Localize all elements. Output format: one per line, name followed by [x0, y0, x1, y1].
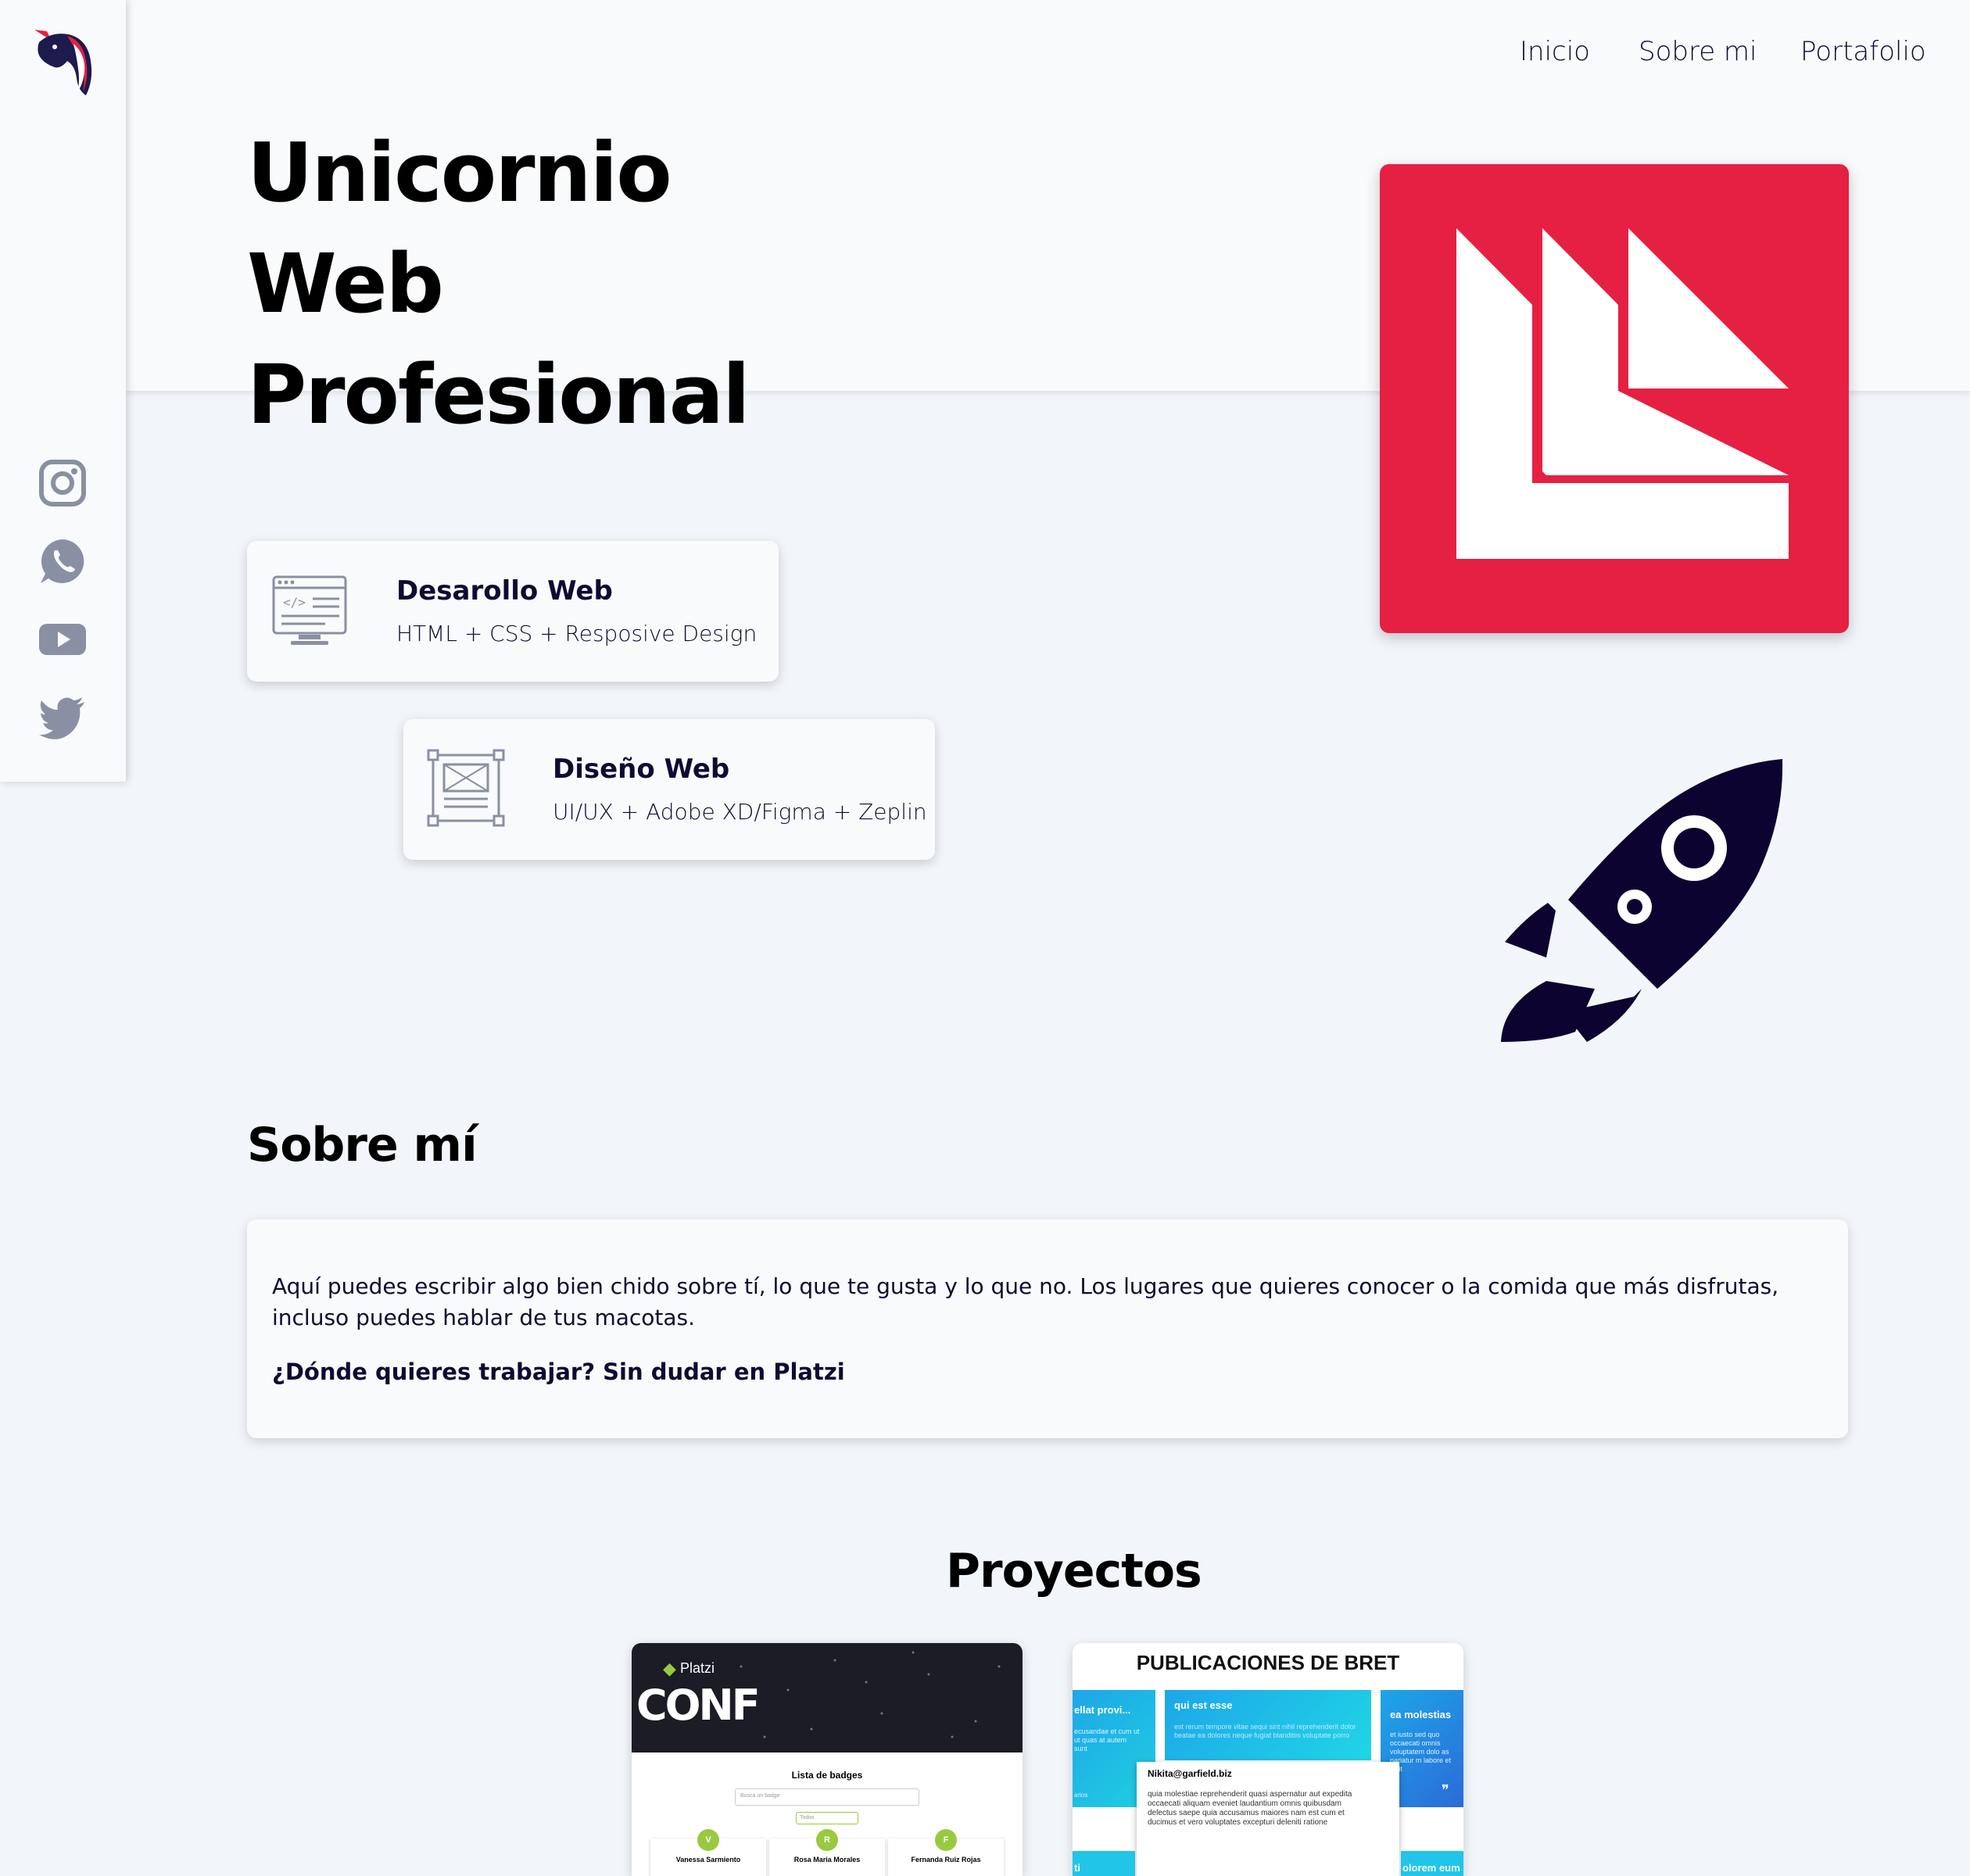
conf-filter-select[interactable]: Todos — [796, 1812, 858, 1824]
comments-icon[interactable]: ❞ — [1442, 1782, 1449, 1799]
comment-email: Nikita@garfield.biz — [1148, 1768, 1232, 1779]
instagram-icon[interactable] — [39, 460, 86, 507]
badge-name: Fernanda Ruiz Rojas — [911, 1856, 981, 1863]
hero-title-line-2: Profesional — [247, 347, 750, 442]
comment-text: quia molestiae reprehenderit quasi asper… — [1148, 1790, 1352, 1827]
skill-description: HTML + CSS + Resposive Design — [396, 621, 758, 646]
conf-brand: Platzi — [680, 1660, 715, 1676]
hero-title: Unicornio Web Profesional — [247, 117, 872, 450]
conf-search-input[interactable]: Busca un badge — [735, 1788, 919, 1806]
code-monitor-icon: </> — [272, 575, 347, 645]
skill-card-diseno-web[interactable]: Diseño Web UI/UX + Adobe XD/Figma + Zepl… — [403, 719, 935, 860]
platzi-logo-icon: ◆ — [663, 1659, 676, 1678]
rocket-icon — [1501, 759, 1783, 1042]
badge-name: Rosa Maria Morales — [793, 1856, 861, 1863]
about-card: Aquí puedes escribir algo bien chido sob… — [247, 1219, 1848, 1438]
skill-description: UI/UX + Adobe XD/Figma + Zeplin — [553, 799, 927, 825]
skill-title: Diseño Web — [553, 754, 730, 785]
conf-badge-card[interactable]: V Vanessa Sarmiento — [650, 1829, 766, 1876]
whatsapp-icon[interactable] — [39, 538, 86, 585]
conf-body: Lista de badges Busca un badge Todos V V… — [632, 1752, 1023, 1876]
avatar: R — [816, 1829, 838, 1851]
badge-name: Vanessa Sarmiento — [675, 1856, 741, 1863]
bret-post-card[interactable]: ti — [1073, 1851, 1135, 1876]
avatar: V — [697, 1829, 719, 1851]
nav-link-inicio[interactable]: Inicio — [1520, 36, 1590, 67]
nav-link-portafolio[interactable]: Portafolio — [1800, 36, 1926, 67]
conf-header: ◆ Platzi CONF — [632, 1643, 1023, 1752]
youtube-icon[interactable] — [39, 616, 86, 663]
about-highlight: ¿Dónde quieres trabajar? Sin dudar en Pl… — [272, 1359, 845, 1385]
projects-section-title: Proyectos — [946, 1544, 1202, 1599]
project-card-platzi-conf[interactable]: ◆ Platzi CONF Lista de badges Busca un b… — [632, 1643, 1023, 1876]
conf-list-title: Lista de badges — [791, 1770, 863, 1781]
svg-text:</>: </> — [283, 595, 306, 610]
conf-logo: CONF — [636, 1681, 761, 1730]
bret-post-card[interactable]: qui est esse est rerum tempore vitae seq… — [1165, 1690, 1371, 1760]
skill-card-desarrollo-web[interactable]: </> Desarollo Web HTML + CSS + Resposive… — [247, 541, 779, 682]
bret-post-card[interactable]: olorem eum — [1401, 1851, 1463, 1876]
brand-image — [1380, 164, 1849, 633]
bret-comment-popup: Nikita@garfield.biz quia molestiae repre… — [1137, 1762, 1399, 1876]
bret-title: PUBLICACIONES DE BRET — [1136, 1651, 1400, 1674]
unicorn-logo-icon[interactable] — [28, 23, 98, 102]
nav-link-sobre-mi[interactable]: Sobre mi — [1639, 36, 1757, 67]
brand-logo-icon — [1456, 228, 1789, 559]
conf-badge-card[interactable]: F Fernanda Ruiz Rojas — [888, 1829, 1004, 1876]
about-section-title: Sobre mí — [247, 1118, 478, 1172]
twitter-icon[interactable] — [39, 694, 86, 741]
project-card-bret[interactable]: PUBLICACIONES DE BRET ellat provi... ecu… — [1073, 1643, 1463, 1876]
hero-title-line-1: Unicornio Web — [247, 125, 672, 331]
wireframe-icon — [427, 749, 505, 827]
conf-badge-card[interactable]: R Rosa Maria Morales — [769, 1829, 885, 1876]
avatar: F — [935, 1829, 957, 1851]
about-text: Aquí puedes escribir algo bien chido sob… — [272, 1273, 1779, 1330]
sidebar — [0, 0, 126, 782]
skill-title: Desarollo Web — [396, 575, 613, 607]
